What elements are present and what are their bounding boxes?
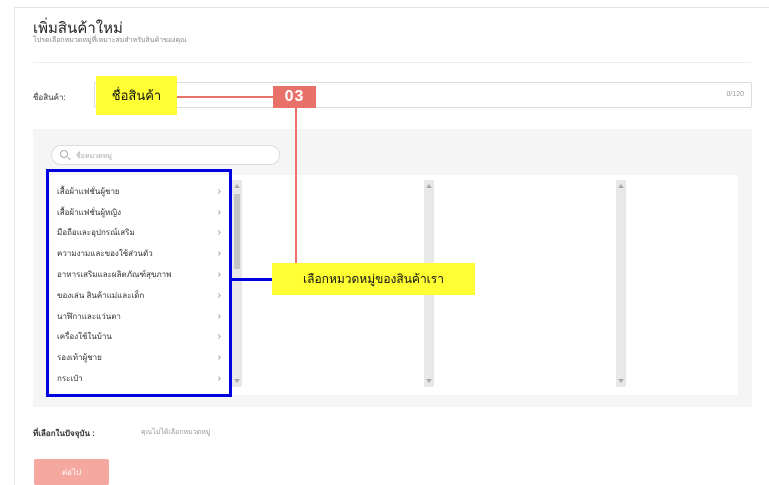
product-name-counter: 0/120 xyxy=(726,91,744,98)
scroll-down-icon[interactable] xyxy=(618,379,624,383)
frame-border-left xyxy=(14,7,15,485)
step-connector-vertical xyxy=(295,108,297,263)
step-number-badge: 03 xyxy=(273,86,316,108)
product-name-input[interactable]: 0/120 xyxy=(94,82,752,108)
current-selection-value: คุณไม่ได้เลือกหมวดหมู่ xyxy=(141,429,211,436)
scroll-down-icon[interactable] xyxy=(426,379,432,383)
search-icon xyxy=(60,150,68,158)
scroll-up-icon[interactable] xyxy=(618,184,624,188)
category-highlight-box xyxy=(46,169,232,397)
product-name-label: ชื่อสินค้า: xyxy=(33,93,66,102)
page-subtitle: โปรดเลือกหมวดหมู่ที่เหมาะสมสำหรับสินค้าข… xyxy=(33,37,187,44)
frame-border-top xyxy=(14,7,769,8)
category-callout: เลือกหมวดหมู่ของสินค้าเรา xyxy=(272,263,475,295)
category-search-input[interactable]: ชื่อหมวดหมู่ xyxy=(51,145,280,165)
product-name-callout: ชื่อสินค้า xyxy=(96,76,177,115)
step-connector-horizontal xyxy=(177,96,273,98)
next-button[interactable]: ต่อไป xyxy=(34,459,109,485)
category-column-1-scrollbar[interactable] xyxy=(232,180,242,387)
category-callout-connector xyxy=(232,278,272,281)
scrollbar-thumb[interactable] xyxy=(234,194,240,269)
divider xyxy=(33,62,751,63)
current-selection-label: ที่เลือกในปัจจุบัน : xyxy=(33,429,95,438)
scroll-up-icon[interactable] xyxy=(426,184,432,188)
scroll-down-icon[interactable] xyxy=(234,379,240,383)
category-column-3-scrollbar[interactable] xyxy=(616,180,626,387)
scroll-up-icon[interactable] xyxy=(234,184,240,188)
category-search-placeholder: ชื่อหมวดหมู่ xyxy=(76,153,112,160)
